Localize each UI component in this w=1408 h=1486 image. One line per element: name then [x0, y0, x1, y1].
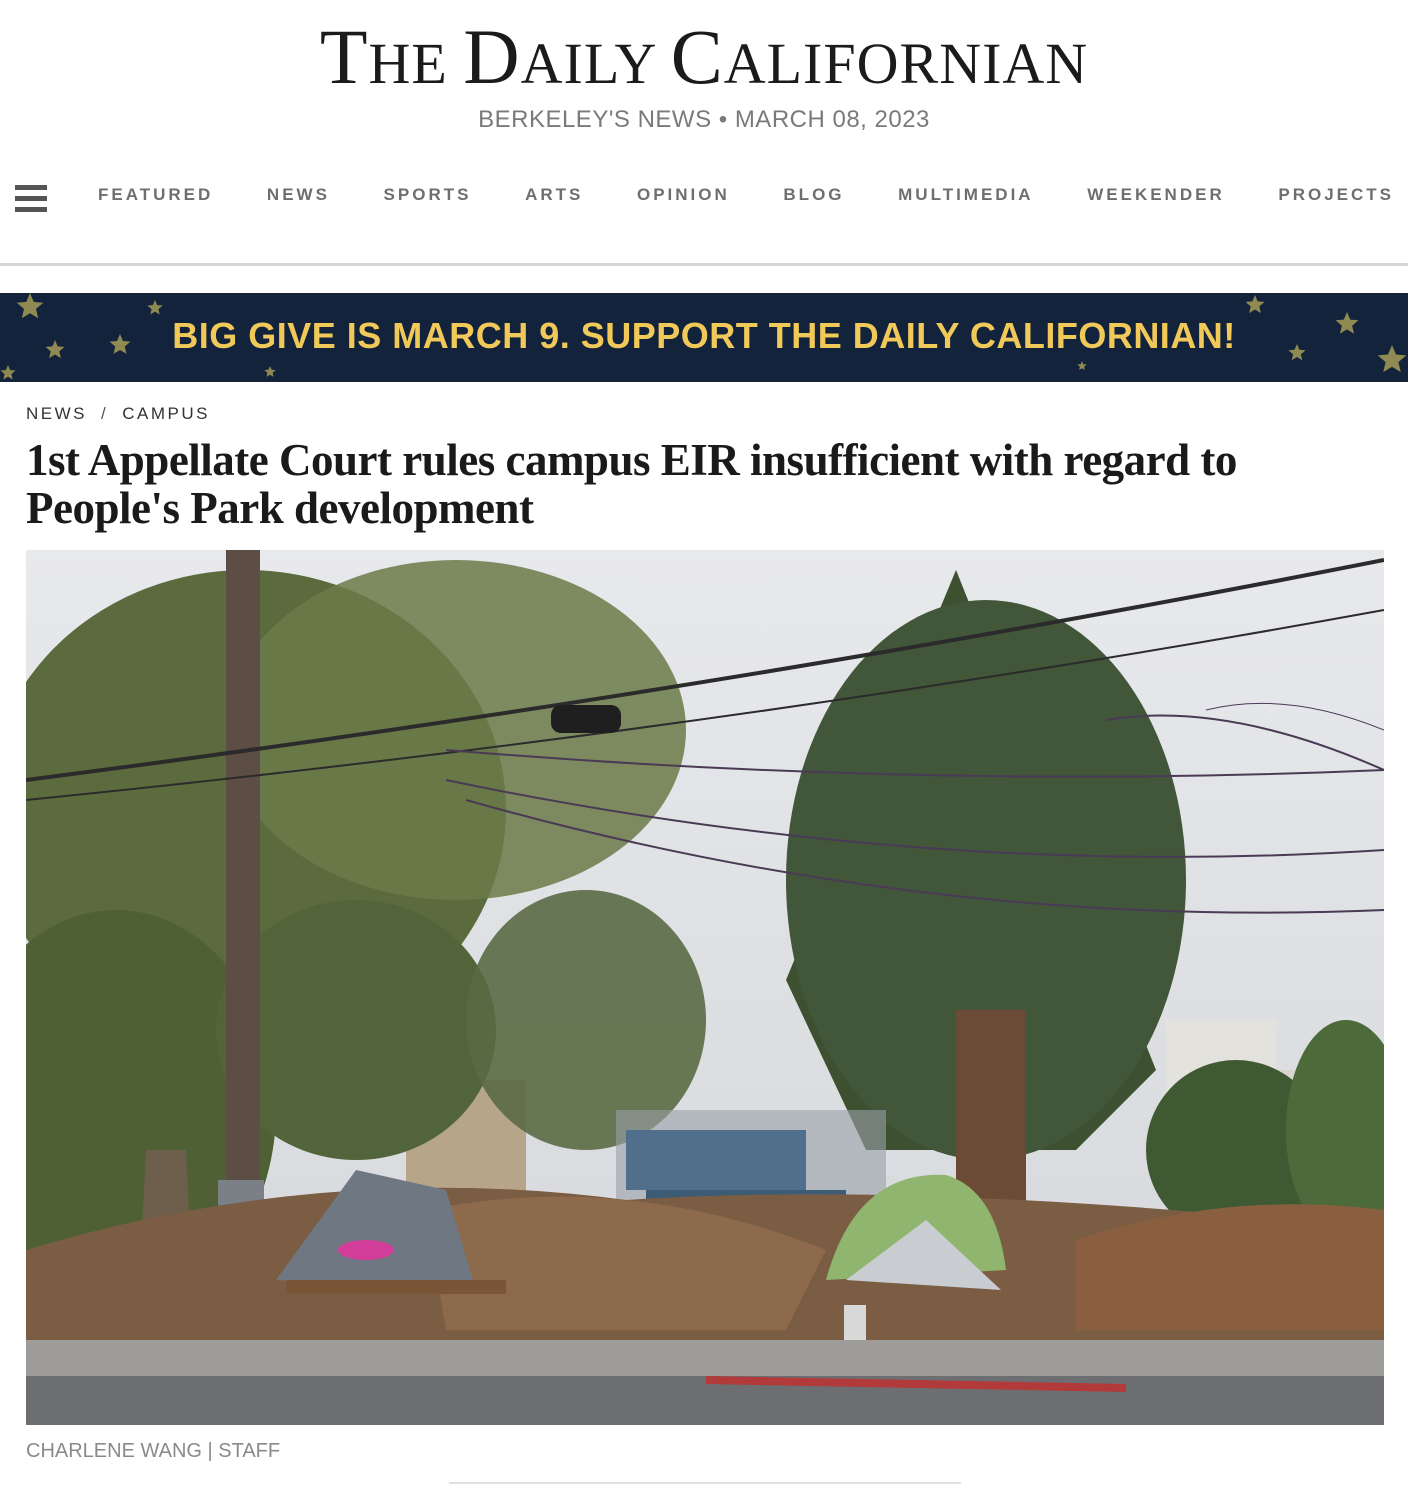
logo-letters: HE — [368, 31, 464, 96]
star-icon — [264, 366, 276, 377]
bottom-divider — [449, 1482, 961, 1484]
header-divider — [0, 263, 1408, 266]
article-photo — [26, 550, 1384, 1425]
nav-blog[interactable]: BLOG — [783, 185, 844, 205]
main-nav: FEATURED NEWS SPORTS ARTS OPINION BLOG MULTIME… — [0, 168, 1408, 224]
big-give-banner[interactable]: BIG GIVE IS MARCH 9. SUPPORT THE DAILY C… — [0, 293, 1408, 382]
site-header: THE DAILY CALIFORNIAN — [0, 18, 1408, 96]
nav-weekender[interactable]: WEEKENDER — [1087, 185, 1225, 205]
article-headline: 1st Appellate Court rules campus EIR ins… — [26, 435, 1237, 533]
nav-multimedia[interactable]: MULTIMEDIA — [898, 185, 1033, 205]
star-icon — [0, 365, 16, 380]
nav-arts[interactable]: ARTS — [525, 185, 583, 205]
site-tagline: BERKELEY'S NEWS • MARCH 08, 2023 — [478, 106, 930, 133]
hamburger-menu-icon[interactable] — [15, 185, 47, 213]
logo-letters: T — [319, 13, 369, 100]
logo-letters: AILY — [520, 31, 671, 96]
star-icon — [1077, 361, 1087, 370]
nav-links: FEATURED NEWS SPORTS ARTS OPINION BLOG MULTIME… — [70, 185, 1394, 205]
star-icon — [147, 300, 163, 315]
nav-sports[interactable]: SPORTS — [384, 185, 472, 205]
nav-featured[interactable]: FEATURED — [98, 185, 213, 205]
nav-projects[interactable]: PROJECTS — [1278, 185, 1394, 205]
breadcrumb-news[interactable]: NEWS — [26, 404, 87, 423]
breadcrumb-campus[interactable]: CAMPUS — [122, 404, 210, 423]
logo-letters: D — [463, 13, 521, 100]
logo-letters: ALIFORNIAN — [723, 31, 1089, 96]
nav-opinion[interactable]: OPINION — [637, 185, 730, 205]
breadcrumb-separator: / — [101, 404, 109, 423]
logo-letters: C — [670, 13, 724, 100]
nav-news[interactable]: NEWS — [267, 185, 330, 205]
photo-credit: CHARLENE WANG | STAFF — [26, 1440, 281, 1462]
star-icon — [1245, 295, 1265, 314]
breadcrumb: NEWS / CAMPUS — [26, 404, 210, 424]
banner-text: BIG GIVE IS MARCH 9. SUPPORT THE DAILY C… — [172, 315, 1236, 356]
site-logo[interactable]: THE DAILY CALIFORNIAN — [0, 18, 1408, 96]
